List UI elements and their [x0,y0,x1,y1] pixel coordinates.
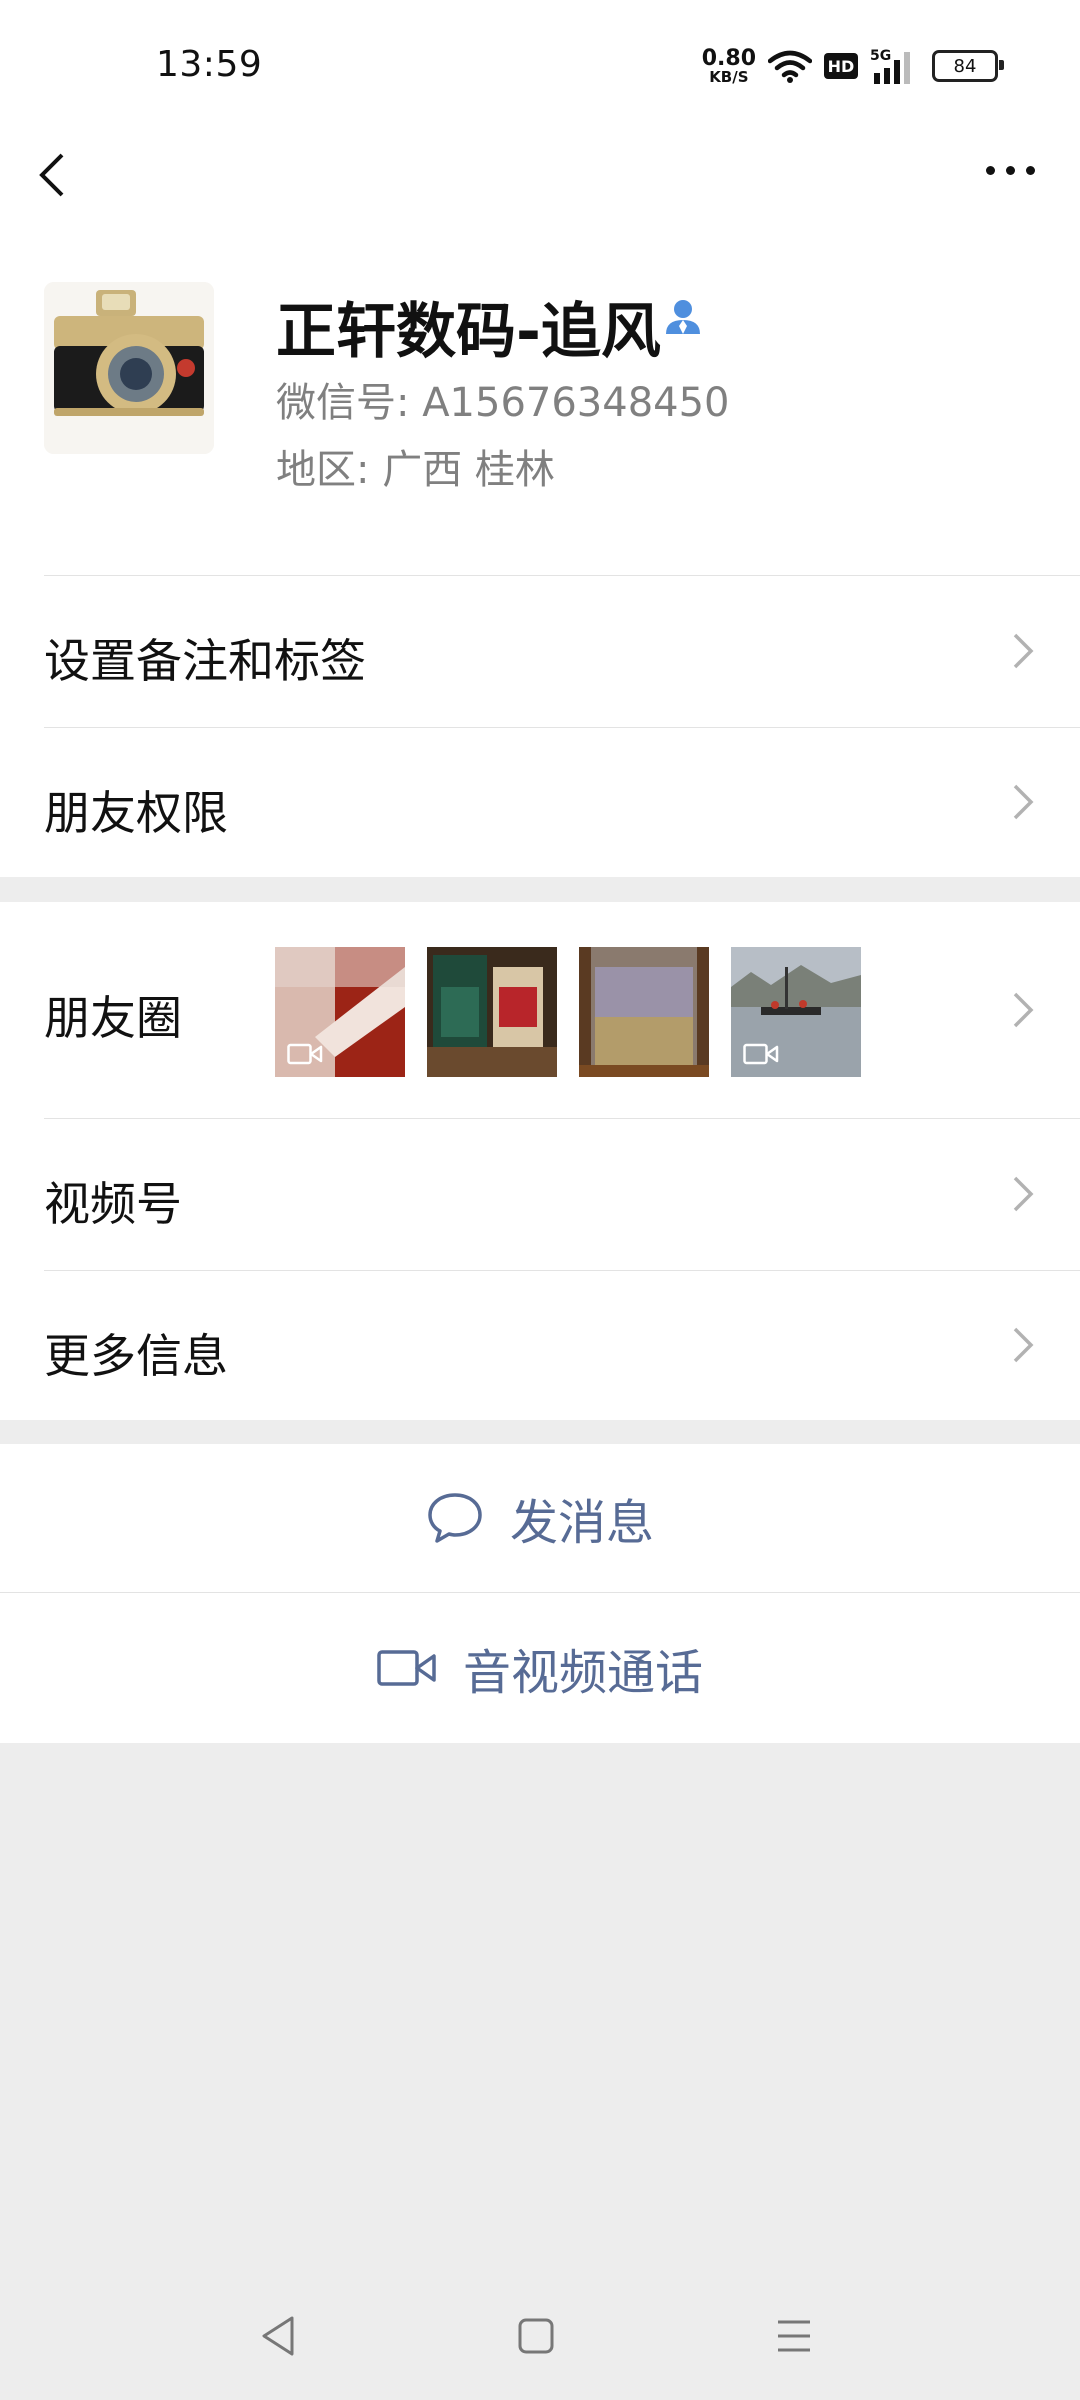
video-camera-icon [377,1650,436,1686]
row-moments[interactable]: 朋友圈 [0,902,1080,1118]
chevron-right-icon [1013,633,1034,669]
moments-thumbnail[interactable] [275,947,405,1077]
row-remark-tags[interactable]: 设置备注和标签 [0,575,1080,727]
chevron-right-icon [1013,1327,1034,1363]
row-remark-tags-label: 设置备注和标签 [44,634,366,688]
av-call-button[interactable]: 音视频通话 [0,1593,1080,1743]
network-type: 5G [870,48,891,64]
more-button[interactable] [970,140,1050,200]
divider [44,575,1080,576]
network-speed-unit: KB/S [709,67,749,86]
row-channels[interactable]: 视频号 [0,1118,1080,1270]
nav-menu-icon[interactable] [774,2316,814,2356]
row-channels-label: 视频号 [44,1177,182,1231]
moments-thumbnail[interactable] [427,947,557,1077]
row-more-info-label: 更多信息 [44,1329,228,1383]
video-icon [287,1043,323,1065]
row-more-info[interactable]: 更多信息 [0,1270,1080,1420]
send-message-button[interactable]: 发消息 [0,1444,1080,1592]
back-arrow-icon [39,153,64,197]
network-speed-value: 0.80 [701,45,756,71]
divider [44,1270,1080,1271]
chevron-right-icon [1013,784,1034,820]
moments-thumbnail[interactable] [579,947,709,1077]
divider [44,1118,1080,1119]
row-friend-permission-label: 朋友权限 [44,786,228,840]
contact-icon [666,300,700,334]
battery-level: 84 [953,55,977,77]
row-moments-label: 朋友圈 [44,991,182,1045]
nav-header [0,130,1080,250]
status-icons: 0.80 KB/S HD 5G 84 [701,40,1004,92]
more-icon [985,165,995,175]
av-call-label: 音视频通话 [462,1645,703,1701]
system-nav-bar [0,2286,1080,2400]
contact-name: 正轩数码-追风 [276,297,661,367]
divider [44,727,1080,728]
chevron-right-icon [1013,992,1034,1028]
video-icon [743,1043,779,1065]
moments-thumbnail[interactable] [731,947,861,1077]
wifi-icon [768,50,812,83]
status-time: 13:59 [156,44,263,85]
chevron-right-icon [1013,1176,1034,1212]
nav-back-icon[interactable] [258,2314,298,2358]
moments-thumbnails [275,947,861,1077]
hd-badge: HD [824,53,858,79]
chat-bubble-icon [428,1493,482,1543]
wechat-id: 微信号: A15676348450 [276,380,730,426]
battery-indicator: 84 [932,50,1004,82]
network-speed: 0.80 KB/S [701,45,756,86]
region: 地区: 广西 桂林 [276,447,555,493]
back-button[interactable] [30,135,100,215]
signal-icon: 5G [870,48,910,84]
row-friend-permission[interactable]: 朋友权限 [0,727,1080,877]
nav-home-icon[interactable] [516,2316,556,2356]
send-message-label: 发消息 [509,1495,654,1551]
avatar[interactable] [44,282,214,454]
